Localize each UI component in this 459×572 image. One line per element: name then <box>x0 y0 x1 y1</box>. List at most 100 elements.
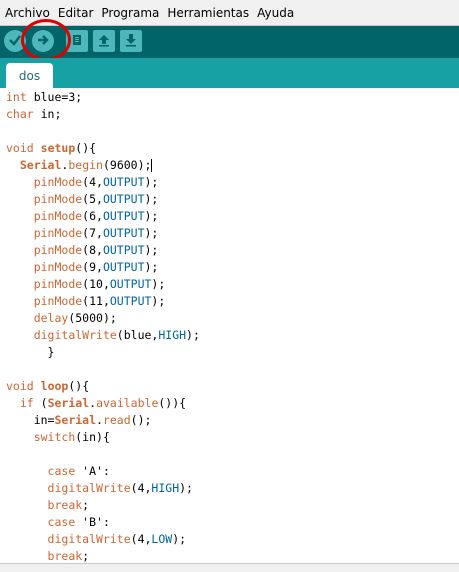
code-token: int <box>6 90 27 104</box>
code-token: begin <box>68 158 103 172</box>
code-token: break <box>47 498 83 512</box>
code-token: Serial <box>54 413 97 427</box>
code-line: } <box>6 344 55 361</box>
code-token: in= <box>6 413 55 427</box>
code-token: OUTPUT <box>109 294 152 308</box>
upload-button[interactable] <box>32 30 54 52</box>
menu-archivo[interactable]: Archivo <box>2 6 53 20</box>
code-line: pinMode(10,OUTPUT); <box>6 276 166 293</box>
code-token: digitalWrite <box>47 481 131 495</box>
save-button[interactable] <box>120 30 142 52</box>
code-token: available <box>96 396 159 410</box>
open-button[interactable] <box>93 30 115 52</box>
code-line: char in; <box>6 106 61 123</box>
code-line: case 'B': <box>6 514 110 531</box>
verify-button[interactable] <box>4 30 26 52</box>
code-line: Serial.begin(9600); <box>6 157 153 174</box>
code-token: (in){ <box>75 430 110 444</box>
code-token: (4, <box>82 175 103 189</box>
code-line: digitalWrite(4,HIGH); <box>6 480 193 497</box>
menu-ayuda[interactable]: Ayuda <box>254 6 297 20</box>
tab-bar: dos <box>0 58 459 88</box>
code-token: (8, <box>82 243 103 257</box>
code-token: pinMode <box>33 243 83 257</box>
code-token: char <box>6 107 34 121</box>
code-token: OUTPUT <box>102 192 145 206</box>
code-token: Serial <box>47 396 90 410</box>
code-token: OUTPUT <box>102 260 145 274</box>
code-token: pinMode <box>33 192 83 206</box>
code-token: ); <box>144 243 159 257</box>
toolbar <box>0 26 459 58</box>
code-token: pinMode <box>33 209 83 223</box>
code-line: void loop(){ <box>6 378 89 395</box>
code-token: ); <box>144 260 159 274</box>
code-token: ); <box>144 192 159 206</box>
code-token: (9, <box>82 260 103 274</box>
code-token: delay <box>33 311 69 325</box>
code-token: . <box>96 413 103 427</box>
code-token: 'B': <box>75 515 110 529</box>
code-line: pinMode(8,OUTPUT); <box>6 242 159 259</box>
code-token: (10, <box>82 277 110 291</box>
code-token: void <box>6 141 34 155</box>
code-token: (11, <box>82 294 110 308</box>
code-line: digitalWrite(4,LOW); <box>6 531 187 548</box>
code-token: digitalWrite <box>33 328 117 342</box>
code-token: LOW <box>151 532 173 546</box>
code-token: (blue, <box>116 328 159 342</box>
new-button[interactable] <box>66 30 88 52</box>
code-token: (4, <box>130 532 152 546</box>
code-token: void <box>6 379 34 393</box>
code-token: pinMode <box>33 175 83 189</box>
menu-editar[interactable]: Editar <box>55 6 97 20</box>
code-token: (7, <box>82 226 103 240</box>
code-token: blue=3; <box>26 90 83 104</box>
code-token: pinMode <box>33 260 83 274</box>
code-token: ); <box>186 328 200 342</box>
code-line: switch(in){ <box>6 429 110 446</box>
code-token: case <box>47 515 76 529</box>
code-token: (4, <box>130 481 152 495</box>
code-line: break; <box>6 497 90 514</box>
code-token: HIGH <box>158 328 187 342</box>
arrow-down-icon <box>124 32 138 51</box>
code-line: break; <box>6 548 90 563</box>
code-token: (9600); <box>102 158 152 172</box>
code-token: (); <box>130 413 152 427</box>
code-token: case <box>47 464 76 478</box>
check-icon <box>8 32 22 51</box>
text-cursor <box>151 159 153 172</box>
code-line: pinMode(5,OUTPUT); <box>6 191 159 208</box>
code-token: Serial <box>19 158 62 172</box>
code-token: ( <box>33 396 48 410</box>
tab-dos[interactable]: dos <box>6 63 53 88</box>
code-token: switch <box>33 430 76 444</box>
code-token: OUTPUT <box>102 175 145 189</box>
code-token: pinMode <box>33 277 83 291</box>
code-editor[interactable]: int blue=3; char in; void setup(){ Serial.… <box>0 88 459 563</box>
code-token: ; <box>82 498 90 512</box>
code-token: ); <box>144 209 159 223</box>
code-line: void setup(){ <box>6 140 96 157</box>
menu-herramientas[interactable]: Herramientas <box>164 6 252 20</box>
code-token: break <box>47 549 83 563</box>
code-line: int blue=3; <box>6 89 82 106</box>
menu-programa[interactable]: Programa <box>98 6 162 20</box>
arrow-right-icon <box>36 32 50 51</box>
